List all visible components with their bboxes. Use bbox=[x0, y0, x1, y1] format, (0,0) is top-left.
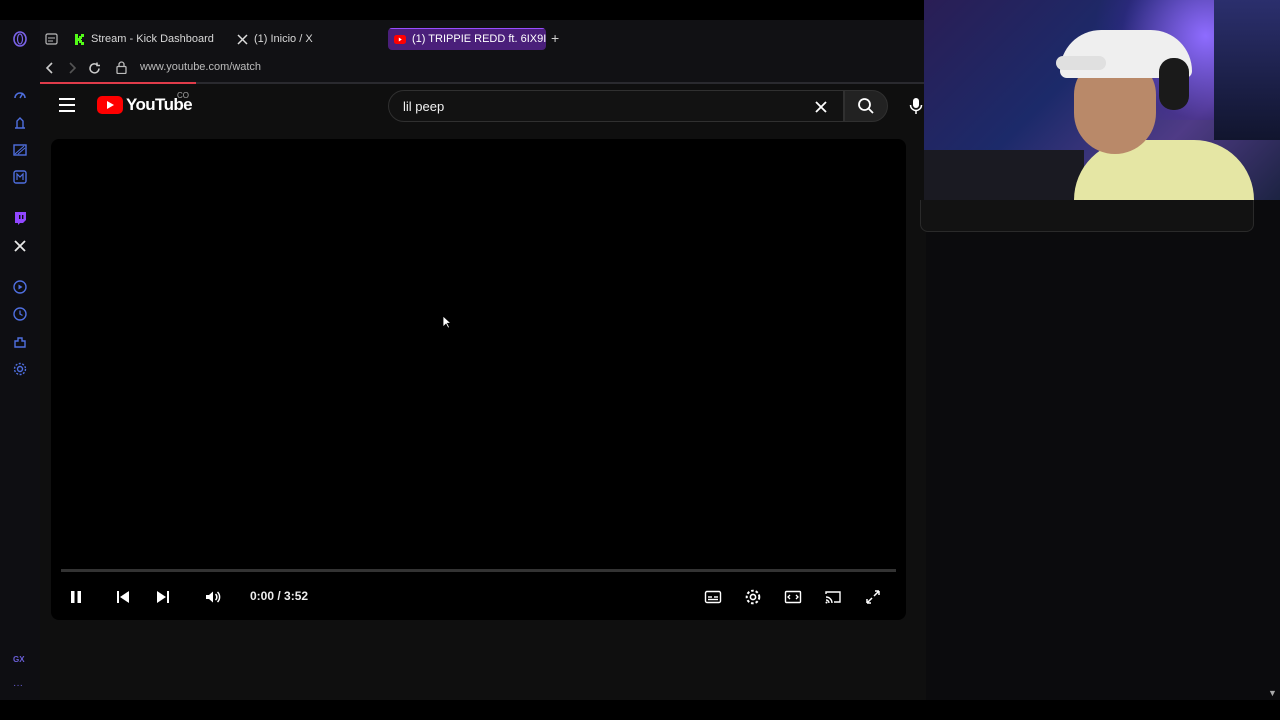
back-button[interactable] bbox=[42, 60, 58, 76]
theater-mode-button[interactable] bbox=[783, 587, 803, 607]
browser-sidebar: GX ··· bbox=[0, 20, 40, 700]
volume-button[interactable] bbox=[203, 587, 223, 607]
search-icon bbox=[858, 98, 874, 114]
video-player[interactable]: 0:00 / 3:52 bbox=[51, 139, 906, 620]
tab-label: (1) Inicio / X bbox=[254, 33, 313, 45]
webcam-overlay bbox=[924, 0, 1280, 200]
new-tab-button[interactable]: + bbox=[551, 30, 559, 46]
fullscreen-button[interactable] bbox=[863, 587, 883, 607]
tab-kick-dashboard[interactable]: Stream - Kick Dashboard bbox=[68, 28, 218, 50]
lock-icon[interactable] bbox=[116, 61, 127, 79]
tab-x-inicio[interactable]: (1) Inicio / X bbox=[230, 28, 350, 50]
forward-button[interactable] bbox=[64, 60, 80, 76]
search-box bbox=[388, 90, 844, 122]
tab-label: Stream - Kick Dashboard bbox=[91, 33, 214, 45]
country-code: CO bbox=[177, 91, 189, 100]
cast-icon bbox=[825, 591, 841, 604]
pause-button[interactable] bbox=[66, 587, 86, 607]
menu-icon[interactable] bbox=[59, 98, 75, 112]
x-icon bbox=[236, 33, 248, 45]
youtube-icon bbox=[394, 33, 406, 45]
sidebar-more-button[interactable]: ··· bbox=[13, 680, 23, 691]
top-strip bbox=[0, 0, 926, 20]
theater-icon bbox=[784, 590, 802, 604]
time-display: 0:00 / 3:52 bbox=[250, 589, 309, 603]
extensions-icon[interactable] bbox=[11, 333, 29, 351]
volume-icon bbox=[206, 591, 221, 603]
tab-youtube-video[interactable]: (1) TRIPPIE REDD ft. 6IX9IN bbox=[388, 28, 546, 50]
cast-button[interactable] bbox=[823, 587, 843, 607]
clear-search-icon[interactable] bbox=[813, 99, 829, 115]
gx-corner-icon[interactable] bbox=[11, 114, 29, 132]
tab-manager-icon[interactable] bbox=[45, 32, 58, 50]
url-field[interactable]: www.youtube.com/watch bbox=[140, 61, 261, 73]
skip-previous-icon bbox=[117, 591, 129, 603]
subtitles-icon bbox=[704, 590, 722, 604]
tab-bar: Stream - Kick Dashboard (1) Inicio / X (… bbox=[40, 20, 926, 56]
gx-label: GX bbox=[13, 655, 25, 664]
previous-button[interactable] bbox=[113, 587, 133, 607]
bottom-strip bbox=[0, 700, 1280, 720]
messenger-icon[interactable] bbox=[11, 168, 29, 186]
twitch-icon[interactable] bbox=[11, 209, 29, 227]
reload-button[interactable] bbox=[86, 60, 102, 76]
subtitles-button[interactable] bbox=[703, 587, 723, 607]
youtube-play-logo-icon bbox=[97, 96, 123, 114]
pause-icon bbox=[71, 591, 81, 603]
microphone-icon[interactable] bbox=[906, 96, 926, 116]
settings-button[interactable] bbox=[743, 587, 763, 607]
side-panel bbox=[920, 200, 1254, 232]
history-icon[interactable] bbox=[11, 305, 29, 323]
mouse-cursor-icon bbox=[442, 315, 453, 334]
skip-next-icon bbox=[157, 591, 169, 603]
player-icon[interactable] bbox=[11, 278, 29, 296]
search-input[interactable] bbox=[401, 97, 801, 115]
kick-icon bbox=[74, 33, 85, 45]
tab-label: (1) TRIPPIE REDD ft. 6IX9IN bbox=[412, 33, 546, 45]
youtube-page: YouTube CO lil peep 0:00 / 3:52 bbox=[40, 84, 926, 700]
speed-dial-icon[interactable] bbox=[11, 86, 29, 104]
gear-icon bbox=[745, 589, 761, 605]
chevron-down-icon[interactable]: ▼ bbox=[1268, 688, 1277, 698]
screen: GX ··· Stream - Kick Dashboard (1) Inici… bbox=[0, 0, 1280, 720]
address-bar-row: www.youtube.com/watch bbox=[40, 56, 926, 82]
next-button[interactable] bbox=[153, 587, 173, 607]
seek-bar[interactable] bbox=[61, 569, 896, 572]
youtube-logo[interactable]: YouTube CO bbox=[97, 91, 193, 115]
fullscreen-icon bbox=[866, 590, 880, 604]
x-twitter-icon[interactable] bbox=[11, 237, 29, 255]
youtube-header: YouTube CO bbox=[40, 84, 926, 128]
search-button[interactable] bbox=[844, 90, 888, 122]
opera-logo-icon[interactable] bbox=[11, 30, 29, 48]
gx-cleaner-icon[interactable] bbox=[11, 141, 29, 159]
settings-gear-icon[interactable] bbox=[11, 360, 29, 378]
